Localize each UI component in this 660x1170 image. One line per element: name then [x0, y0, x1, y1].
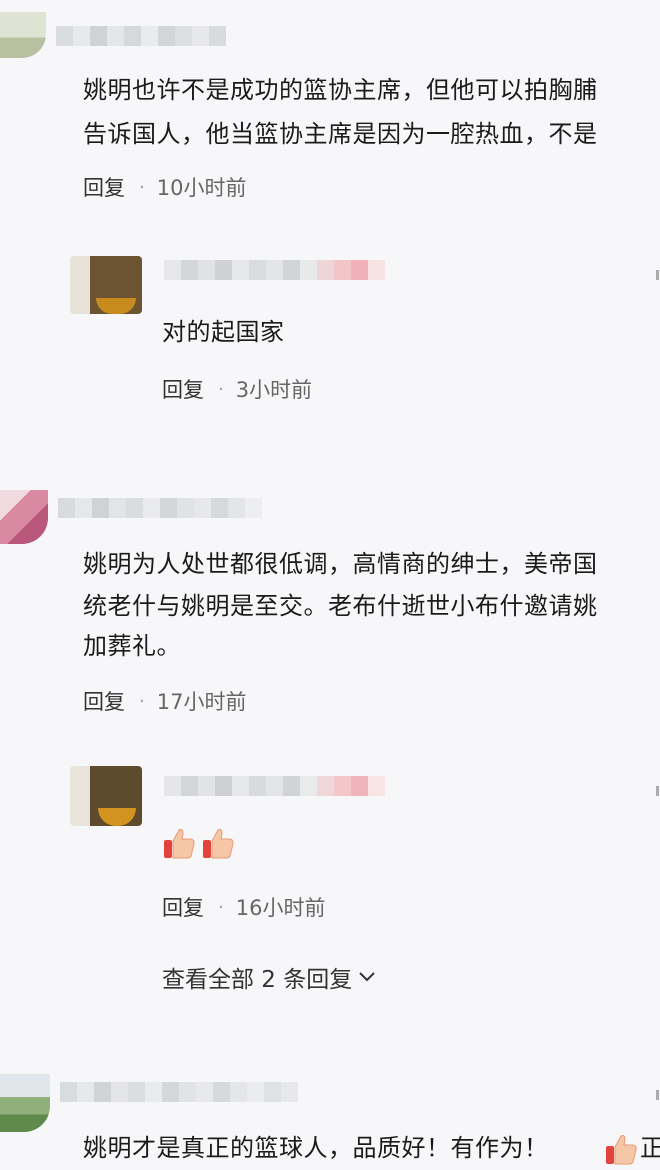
comment-text: 姚明也许不是成功的篮协主席，但他可以拍胸脯 — [83, 76, 598, 104]
reply-button[interactable]: 回复 — [162, 892, 204, 922]
separator-dot: · — [218, 378, 224, 400]
chevron-down-icon — [359, 972, 375, 982]
separator-dot: · — [218, 896, 224, 918]
separator-dot: · — [139, 690, 145, 712]
username-blurred[interactable] — [60, 1082, 298, 1102]
timestamp: 3小时前 — [235, 378, 313, 402]
timestamp: 17小时前 — [156, 690, 247, 714]
avatar[interactable] — [0, 490, 48, 544]
more-options-icon[interactable] — [656, 270, 659, 280]
comment-text: 姚明才是真正的篮球人，品质好！有作为！ — [83, 1134, 549, 1162]
comment-text: 加葬礼。 — [83, 632, 181, 660]
reply-text: 对的起国家 — [162, 318, 285, 346]
reply-meta: 回复 · 16小时前 — [162, 892, 325, 922]
thumbs-up-icon — [203, 829, 234, 859]
more-options-icon[interactable] — [656, 1090, 659, 1100]
username-blurred[interactable] — [56, 26, 226, 46]
view-all-replies-button[interactable]: 查看全部 2 条回复 — [162, 960, 376, 994]
more-options-icon[interactable] — [656, 786, 659, 796]
comment-text: 告诉国人，他当篮协主席是因为一腔热血，不是 — [83, 120, 598, 148]
comment-text: 正 — [640, 1134, 660, 1162]
comment-meta: 回复 · 10小时前 — [83, 172, 246, 202]
username-blurred[interactable] — [164, 776, 385, 796]
view-all-replies-label: 查看全部 2 条回复 — [162, 967, 353, 993]
timestamp: 10小时前 — [156, 176, 247, 200]
reply-button[interactable]: 回复 — [162, 374, 204, 404]
comment-text: 统老什与姚明是至交。老布什逝世小布什邀请姚 — [83, 592, 598, 620]
avatar[interactable] — [0, 1074, 50, 1132]
reply-button[interactable]: 回复 — [83, 172, 125, 202]
username-blurred[interactable] — [164, 260, 385, 280]
comment-meta: 回复 · 17小时前 — [83, 686, 246, 716]
avatar[interactable] — [0, 12, 46, 58]
timestamp: 16小时前 — [235, 896, 326, 920]
thumbs-up-icon — [164, 829, 195, 859]
reply-meta: 回复 · 3小时前 — [162, 374, 312, 404]
thumbs-up-icon — [606, 1135, 637, 1165]
comment-text: 姚明为人处世都很低调，高情商的绅士，美帝国 — [83, 550, 598, 578]
reply-button[interactable]: 回复 — [83, 686, 125, 716]
username-blurred[interactable] — [58, 498, 262, 518]
separator-dot: · — [139, 176, 145, 198]
